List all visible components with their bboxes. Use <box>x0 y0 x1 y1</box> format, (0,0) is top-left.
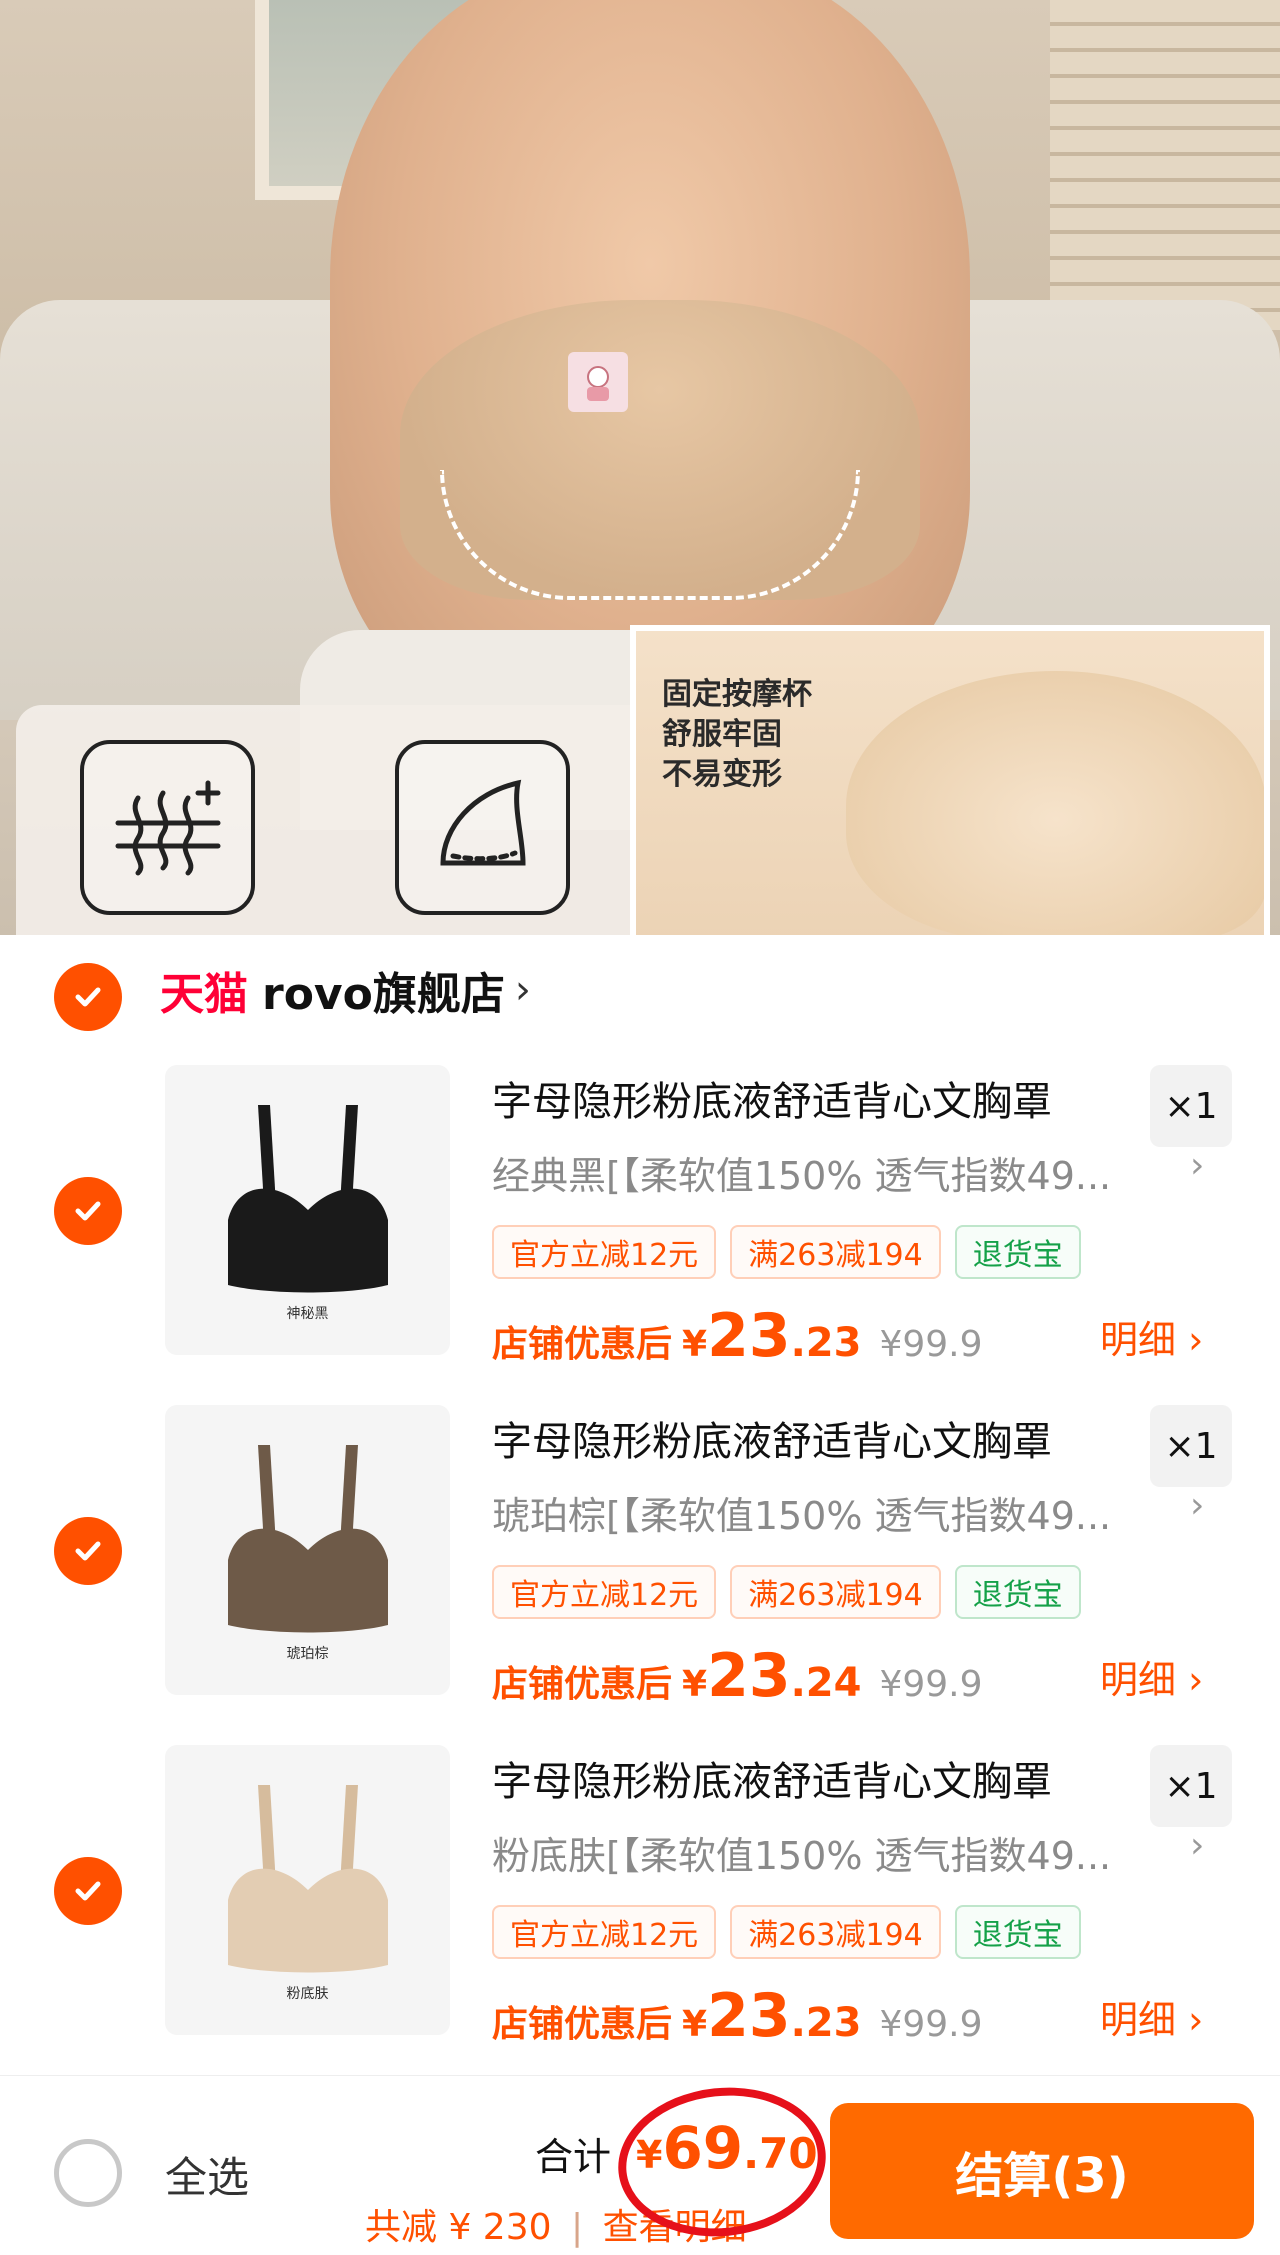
inset-line: 舒服牢固 <box>662 717 782 752</box>
promo-tags: 官方立减12元 满263减194 退货宝 <box>492 1225 1081 1279</box>
return-insurance-tag: 退货宝 <box>954 1225 1081 1279</box>
price-label: 店铺优惠后 <box>492 1324 673 1365</box>
product-thumbnail[interactable]: 粉底肤 <box>165 1745 450 2035</box>
checkout-bar: 全选 合计 ¥ 69 .70 共减 ¥ 230 | 查看明细 结算(3) <box>0 2075 1280 2255</box>
item-title[interactable]: 字母隐形粉底液舒适背心文胸罩 <box>492 1749 1052 1807</box>
thumbnail-color-label: 琥珀棕 <box>286 1646 329 1662</box>
store-name: rovo旗舰店 <box>262 969 505 1020</box>
tmall-logo: 天猫 <box>160 969 248 1020</box>
select-all-label[interactable]: 全选 <box>165 2144 249 2205</box>
inset-caption: 固定按摩杯 舒服牢固 不易变形 <box>662 675 812 795</box>
promo-tag: 满263减194 <box>730 1905 941 1959</box>
price-row: 店铺优惠后 ¥ 23 .24 ¥99.9 <box>492 1641 983 1711</box>
promo-tag: 满263减194 <box>730 1225 941 1279</box>
cup-closeup-inset: 固定按摩杯 舒服牢固 不易变形 <box>630 625 1270 935</box>
price-integer: 23 <box>707 1301 791 1371</box>
chevron-right-icon: › <box>1190 1145 1205 1186</box>
currency-symbol: ¥ <box>682 1664 708 1705</box>
original-price: ¥99.9 <box>879 1324 983 1365</box>
currency-symbol: ¥ <box>682 2004 708 2045</box>
quantity-badge[interactable]: ×1 <box>1150 1405 1232 1487</box>
background-shutter <box>1050 0 1280 330</box>
price-label: 店铺优惠后 <box>492 1664 673 1705</box>
price-decimal: .23 <box>790 1320 862 1366</box>
original-price: ¥99.9 <box>879 1664 983 1705</box>
price-row: 店铺优惠后 ¥ 23 .23 ¥99.9 <box>492 1301 983 1371</box>
price-integer: 23 <box>707 1641 791 1711</box>
thumbnail-color-label: 神秘黑 <box>286 1306 329 1322</box>
promo-tags: 官方立减12元 满263减194 退货宝 <box>492 1565 1081 1619</box>
saving-amount: 共减 ¥ 230 <box>365 2207 552 2248</box>
sku-selector[interactable]: 粉底肤[【柔软值150% 透气指数49... <box>492 1825 1172 1880</box>
checkout-button[interactable]: 结算(3) <box>830 2103 1254 2239</box>
chevron-right-icon: › <box>514 967 531 1013</box>
sku-selector[interactable]: 经典黑[【柔软值150% 透气指数49... <box>492 1145 1172 1200</box>
promo-tags: 官方立减12元 满263减194 退货宝 <box>492 1905 1081 1959</box>
item-title[interactable]: 字母隐形粉底液舒适背心文胸罩 <box>492 1409 1052 1467</box>
product-thumbnail[interactable]: 神秘黑 <box>165 1065 450 1355</box>
promo-tag: 官方立减12元 <box>492 1225 717 1279</box>
quantity-badge[interactable]: ×1 <box>1150 1065 1232 1147</box>
product-banner: 固定按摩杯 舒服牢固 不易变形 <box>0 0 1280 935</box>
quantity-badge[interactable]: ×1 <box>1150 1745 1232 1827</box>
currency-symbol: ¥ <box>682 1324 708 1365</box>
chevron-right-icon: › <box>1190 1825 1205 1866</box>
return-insurance-tag: 退货宝 <box>954 1565 1081 1619</box>
bra-outline-dashes <box>440 470 860 600</box>
price-decimal: .23 <box>790 2000 862 2046</box>
total-label: 合计 <box>535 2135 612 2179</box>
cart-item: 琥珀棕 字母隐形粉底液舒适背心文胸罩 ×1 琥珀棕[【柔软值150% 透气指数4… <box>0 1405 1280 1745</box>
item-checkbox[interactable] <box>54 1857 122 1925</box>
cart-panel: 天猫 rovo旗舰店 › 神秘黑 字母隐形粉底液舒适背心文胸罩 ×1 经典黑[【… <box>0 935 1280 2075</box>
price-integer: 23 <box>707 1981 791 2051</box>
inset-line: 不易变形 <box>662 757 782 792</box>
breathable-wave-icon <box>80 740 255 915</box>
promo-tag: 官方立减12元 <box>492 1905 717 1959</box>
cup-pad-image <box>846 671 1264 935</box>
price-row: 店铺优惠后 ¥ 23 .23 ¥99.9 <box>492 1981 983 2051</box>
store-checkbox[interactable] <box>54 963 122 1031</box>
return-insurance-tag: 退货宝 <box>954 1905 1081 1959</box>
item-checkbox[interactable] <box>54 1177 122 1245</box>
sku-selector[interactable]: 琥珀棕[【柔软值150% 透气指数49... <box>492 1485 1172 1540</box>
cup-shape-icon <box>395 740 570 915</box>
bra-image-icon <box>227 1445 388 1633</box>
cart-item: 神秘黑 字母隐形粉底液舒适背心文胸罩 ×1 经典黑[【柔软值150% 透气指数4… <box>0 1065 1280 1405</box>
product-thumbnail[interactable]: 琥珀棕 <box>165 1405 450 1695</box>
price-detail-link[interactable]: 明细 › <box>1100 1649 1203 1704</box>
item-checkbox[interactable] <box>54 1517 122 1585</box>
check-icon <box>75 1201 101 1221</box>
cart-item: 粉底肤 字母隐形粉底液舒适背心文胸罩 ×1 粉底肤[【柔软值150% 透气指数4… <box>0 1745 1280 2085</box>
price-detail-link[interactable]: 明细 › <box>1100 1309 1203 1364</box>
store-link[interactable]: 天猫 rovo旗舰店 › <box>160 963 531 1020</box>
thumbnail-color-label: 粉底肤 <box>286 1986 329 2002</box>
promo-tag: 满263减194 <box>730 1565 941 1619</box>
price-detail-link[interactable]: 明细 › <box>1100 1989 1203 2044</box>
price-label: 店铺优惠后 <box>492 2004 673 2045</box>
select-all-checkbox[interactable] <box>54 2139 122 2207</box>
store-header[interactable]: 天猫 rovo旗舰店 › <box>0 935 1280 1045</box>
chevron-right-icon: › <box>1190 1485 1205 1526</box>
inset-line: 固定按摩杯 <box>662 677 812 712</box>
original-price: ¥99.9 <box>879 2004 983 2045</box>
price-decimal: .24 <box>790 1660 862 1706</box>
bra-image-icon <box>227 1105 388 1293</box>
promo-tag: 官方立减12元 <box>492 1565 717 1619</box>
separator: | <box>570 2207 584 2248</box>
sticker-icon <box>568 352 628 412</box>
check-icon <box>75 1881 101 1901</box>
check-icon <box>75 1541 101 1561</box>
item-title[interactable]: 字母隐形粉底液舒适背心文胸罩 <box>492 1069 1052 1127</box>
bra-image-icon <box>227 1785 388 1973</box>
check-icon <box>75 987 101 1007</box>
